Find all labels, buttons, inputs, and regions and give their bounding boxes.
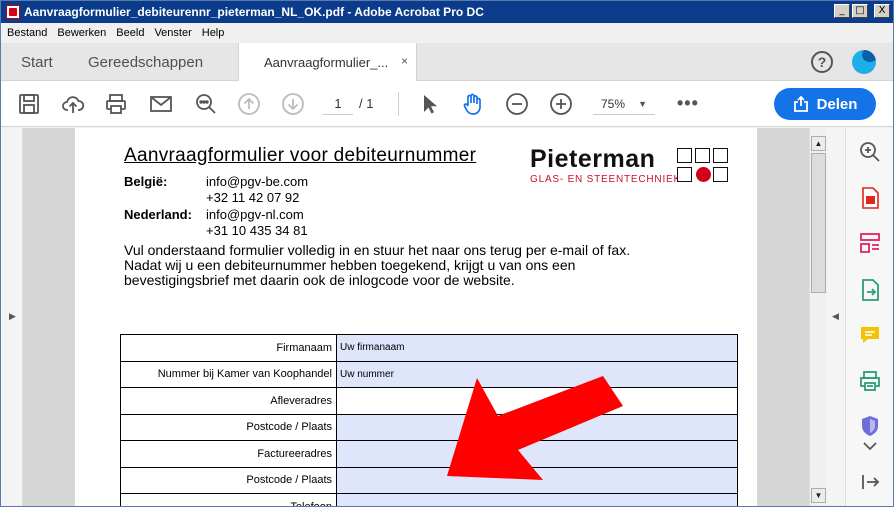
- zoom-value: 75%: [601, 97, 626, 111]
- intro-line: Nadat wij u een debiteurnummer hebben to…: [124, 257, 576, 273]
- pieterman-logo: Pieterman: [530, 145, 656, 173]
- zoom-select[interactable]: 75% ▼: [593, 93, 655, 115]
- form-label: Postcode / Plaats: [120, 413, 337, 441]
- share-label: Delen: [816, 95, 858, 113]
- form-label: Firmanaam: [120, 334, 337, 362]
- minimize-button[interactable]: _: [834, 4, 850, 18]
- menu-venster[interactable]: Venster: [154, 27, 191, 39]
- maximize-button[interactable]: □: [852, 4, 868, 18]
- collapse-right-icon: ◀: [832, 311, 839, 321]
- right-pane-toggle[interactable]: ◀: [827, 128, 845, 506]
- toolbar-divider: [398, 92, 399, 116]
- contact-phone-be: +32 11 42 07 92: [206, 190, 300, 205]
- left-pane-toggle[interactable]: ▶: [1, 128, 23, 506]
- comment-icon[interactable]: [858, 323, 882, 347]
- email-icon[interactable]: [149, 92, 173, 116]
- tab-document[interactable]: Aanvraagformulier_... ×: [238, 43, 417, 82]
- select-cursor-icon[interactable]: [417, 92, 441, 116]
- contact-email-be: info@pgv-be.com: [206, 174, 309, 189]
- document-title: Aanvraagformulier voor debiteurnummer: [124, 145, 477, 166]
- acrobat-app-icon: [6, 5, 20, 19]
- menu-help[interactable]: Help: [202, 27, 225, 39]
- edit-pdf-icon[interactable]: [858, 278, 882, 302]
- tab-tools[interactable]: Gereedschappen: [88, 43, 203, 81]
- organize-pages-icon[interactable]: [858, 231, 882, 255]
- zoom-search-icon[interactable]: [194, 92, 218, 116]
- menu-bewerken[interactable]: Bewerken: [57, 27, 106, 39]
- page-count: / 1: [359, 96, 374, 111]
- zoom-out-icon[interactable]: [505, 92, 529, 116]
- exit-panel-icon[interactable]: [858, 470, 882, 494]
- contact-country-be: België:: [124, 174, 168, 189]
- contact-phone-nl: +31 10 435 34 81: [206, 223, 308, 238]
- tools-pane: [845, 128, 893, 506]
- menu-beeld[interactable]: Beeld: [116, 27, 144, 39]
- intro-line: Vul onderstaand formulier volledig in en…: [124, 242, 631, 258]
- profile-avatar[interactable]: [852, 50, 876, 74]
- page-up-icon[interactable]: [237, 92, 261, 116]
- vertical-scrollbar[interactable]: ▲ ▼: [809, 128, 827, 506]
- window-title: Aanvraagformulier_debiteurennr_pieterman…: [24, 5, 484, 19]
- export-pdf-icon[interactable]: [858, 186, 882, 210]
- print-icon[interactable]: [104, 92, 128, 116]
- collapse-chevron-icon[interactable]: [858, 434, 882, 451]
- share-icon: [793, 96, 808, 112]
- form-label: Afleveradres: [120, 387, 337, 415]
- expand-left-icon: ▶: [9, 311, 16, 321]
- pdf-page: Aanvraagformulier voor debiteurnummer Be…: [75, 128, 757, 506]
- share-button[interactable]: Delen: [774, 88, 876, 120]
- help-icon[interactable]: ?: [811, 51, 833, 73]
- hand-tool-icon[interactable]: [460, 92, 484, 116]
- scroll-down-button[interactable]: ▼: [811, 488, 826, 503]
- form-label: Nummer bij Kamer van Koophandel: [120, 360, 337, 388]
- title-bar: Aanvraagformulier_debiteurennr_pieterman…: [1, 1, 893, 23]
- menu-bar: Bestand Bewerken Beeld Venster Help: [1, 23, 893, 43]
- tab-document-label: Aanvraagformulier_...: [264, 55, 389, 70]
- enhance-zoom-icon[interactable]: [858, 140, 882, 164]
- scroll-up-button[interactable]: ▲: [811, 136, 826, 151]
- menu-bestand[interactable]: Bestand: [7, 27, 47, 39]
- cloud-upload-icon[interactable]: [61, 92, 85, 116]
- firmanaam-field[interactable]: Uw firmanaam: [336, 334, 738, 362]
- form-label: Factureeradres: [120, 440, 337, 468]
- chevron-down-icon: ▼: [638, 99, 647, 109]
- contact-country-nl: Nederland:: [124, 207, 192, 222]
- save-icon[interactable]: [17, 92, 41, 116]
- pieterman-logo-mark: [677, 148, 733, 186]
- page-down-icon[interactable]: [281, 92, 305, 116]
- more-tools-button[interactable]: •••: [677, 93, 699, 113]
- red-annotation-arrow: [447, 376, 623, 480]
- close-window-button[interactable]: X: [874, 4, 890, 18]
- form-label: Telefoon: [120, 493, 337, 506]
- scroll-thumb[interactable]: [811, 153, 826, 293]
- intro-line: bevestigingsbrief met daarin ook de inlo…: [124, 272, 515, 288]
- tab-bar: Start Gereedschappen Aanvraagformulier_.…: [1, 43, 893, 82]
- intro-text: Vul onderstaand formulier volledig in en…: [124, 243, 684, 288]
- document-viewport[interactable]: Aanvraagformulier voor debiteurnummer Be…: [23, 128, 809, 506]
- print-production-icon[interactable]: [858, 369, 882, 393]
- pieterman-logo-tagline: GLAS- EN STEENTECHNIEK: [530, 174, 681, 185]
- tab-start[interactable]: Start: [21, 43, 53, 81]
- tab-close-icon[interactable]: ×: [401, 54, 408, 68]
- page-number-input[interactable]: 1: [323, 93, 353, 115]
- form-label: Postcode / Plaats: [120, 466, 337, 494]
- table-row: Firmanaam Uw firmanaam: [120, 334, 738, 362]
- contact-email-nl: info@pgv-nl.com: [206, 207, 304, 222]
- acrobat-window: Aanvraagformulier_debiteurennr_pieterman…: [0, 0, 894, 507]
- zoom-in-icon[interactable]: [549, 92, 573, 116]
- toolbar: [1, 81, 893, 127]
- window-controls: _ □ X: [834, 4, 890, 18]
